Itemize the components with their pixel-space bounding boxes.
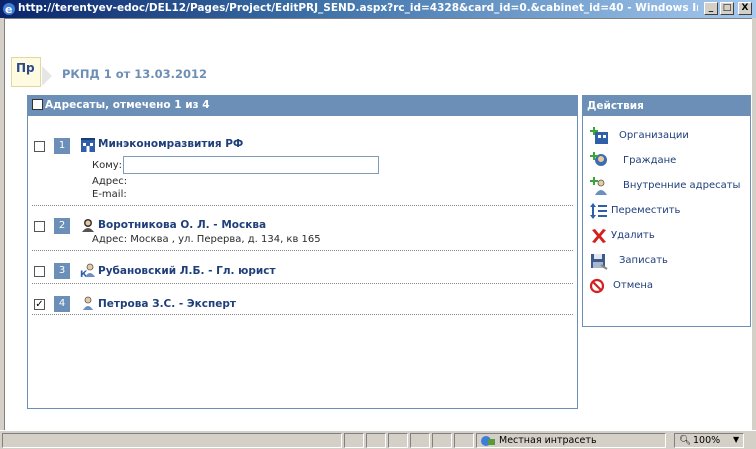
action-move[interactable]: Переместить bbox=[589, 201, 749, 221]
recipients-header: Адресаты, отмечено 1 из 4 bbox=[28, 96, 577, 116]
organization-icon bbox=[81, 138, 95, 152]
zone-label: Местная интрасеть bbox=[499, 435, 597, 446]
action-save[interactable]: Записать bbox=[589, 251, 749, 271]
zoom-dropdown-icon: ▼ bbox=[733, 435, 740, 444]
action-internal-recipients[interactable]: Внутренние адресаты bbox=[589, 176, 749, 196]
action-delete[interactable]: Удалить bbox=[589, 226, 749, 246]
recipient-checkbox-3[interactable] bbox=[34, 266, 45, 277]
status-cell bbox=[432, 433, 452, 448]
recipient-row-1: 1 Минэкономразвития РФ Кому: Адрес: E-ma… bbox=[32, 132, 573, 206]
select-all-checkbox[interactable] bbox=[32, 99, 43, 110]
intranet-icon bbox=[481, 436, 495, 446]
internal-user-icon bbox=[83, 296, 93, 310]
action-move-label: Переместить bbox=[611, 205, 681, 216]
actions-panel: Действия Организации Граждане Внутренние… bbox=[582, 95, 751, 327]
recipient-number-4: 4 bbox=[54, 296, 70, 312]
add-internal-icon bbox=[590, 177, 607, 195]
zone-cell: Местная интрасеть bbox=[476, 433, 666, 448]
minimize-button[interactable]: _ bbox=[704, 2, 718, 15]
action-cancel-label: Отмена bbox=[613, 280, 654, 291]
recipients-header-label: Адресаты, отмечено 1 из 4 bbox=[45, 99, 210, 111]
citizen-icon bbox=[82, 219, 94, 232]
recipient-address-2: Адрес: Москва , ул. Перерва, д. 134, кв … bbox=[92, 234, 321, 245]
document-title: РКПД 1 от 13.03.2012 bbox=[62, 67, 208, 81]
recipient-checkbox-2[interactable] bbox=[34, 221, 45, 232]
recipient-number-2: 2 bbox=[54, 218, 70, 234]
recipient-name-1[interactable]: Минэкономразвития РФ bbox=[98, 138, 243, 150]
window-title: http://terentyev-edoc/DEL12/Pages/Projec… bbox=[18, 2, 698, 14]
maximize-button[interactable]: □ bbox=[720, 2, 734, 15]
document-arrow bbox=[42, 66, 52, 86]
zoom-icon: 🔍︎ bbox=[679, 435, 692, 446]
delete-icon bbox=[592, 229, 606, 243]
close-button[interactable]: X bbox=[738, 2, 752, 15]
status-cell bbox=[366, 433, 386, 448]
recipient-row-2: 2 Воротникова О. Л. - Москва Адрес: Моск… bbox=[32, 210, 573, 251]
svg-text:e: e bbox=[5, 3, 12, 16]
recipient-name-4[interactable]: Петрова З.С. - Эксперт bbox=[98, 298, 236, 310]
action-internal-recipients-label: Внутренние адресаты bbox=[623, 180, 741, 191]
document-icon: Пр bbox=[11, 57, 41, 87]
action-save-label: Записать bbox=[619, 255, 668, 266]
to-input[interactable] bbox=[123, 156, 379, 174]
to-label: Кому: bbox=[92, 160, 123, 171]
status-cell bbox=[454, 433, 474, 448]
email-label: E-mail: bbox=[92, 189, 127, 200]
status-text-cell bbox=[2, 433, 342, 448]
recipients-panel: Адресаты, отмечено 1 из 4 1 Минэкономраз… bbox=[27, 95, 578, 409]
action-organizations-label: Организации bbox=[619, 130, 689, 141]
page-content: Пр РКПД 1 от 13.03.2012 Адресаты, отмече… bbox=[4, 18, 752, 430]
zoom-control[interactable]: 🔍︎ 100% ▼ bbox=[674, 433, 744, 448]
recipient-checkbox-1[interactable] bbox=[34, 141, 45, 152]
action-citizens-label: Граждане bbox=[623, 155, 677, 166]
internet-explorer-icon: e bbox=[3, 3, 15, 16]
recipient-row-3: 3 К Рубановский Л.Б. - Гл. юрист bbox=[32, 255, 573, 284]
recipient-number-3: 3 bbox=[54, 263, 70, 279]
action-organizations[interactable]: Организации bbox=[589, 126, 749, 146]
recipient-name-2[interactable]: Воротникова О. Л. - Москва bbox=[98, 219, 266, 231]
actions-header: Действия bbox=[583, 96, 750, 116]
status-cell bbox=[410, 433, 430, 448]
recipient-name-3[interactable]: Рубановский Л.Б. - Гл. юрист bbox=[98, 265, 276, 277]
move-icon bbox=[590, 203, 607, 219]
cancel-icon bbox=[589, 278, 605, 294]
recipient-number-1: 1 bbox=[54, 138, 70, 154]
recipient-checkbox-4[interactable]: ✓ bbox=[34, 299, 45, 310]
address-label: Адрес: bbox=[92, 176, 128, 187]
action-delete-label: Удалить bbox=[611, 230, 655, 241]
action-cancel[interactable]: Отмена bbox=[589, 276, 749, 296]
title-bar: e http://terentyev-edoc/DEL12/Pages/Proj… bbox=[0, 0, 756, 18]
save-icon bbox=[591, 254, 608, 270]
action-citizens[interactable]: Граждане bbox=[589, 151, 749, 171]
add-organization-icon bbox=[590, 127, 608, 144]
add-citizen-icon bbox=[590, 152, 607, 166]
recipient-row-4: ✓ 4 Петрова З.С. - Эксперт bbox=[32, 288, 573, 315]
status-bar: Местная интрасеть 🔍︎ 100% ▼ bbox=[0, 430, 756, 449]
status-cell bbox=[344, 433, 364, 448]
zoom-label: 100% bbox=[693, 435, 721, 446]
status-cell bbox=[388, 433, 408, 448]
internal-user-icon: К bbox=[80, 263, 95, 278]
